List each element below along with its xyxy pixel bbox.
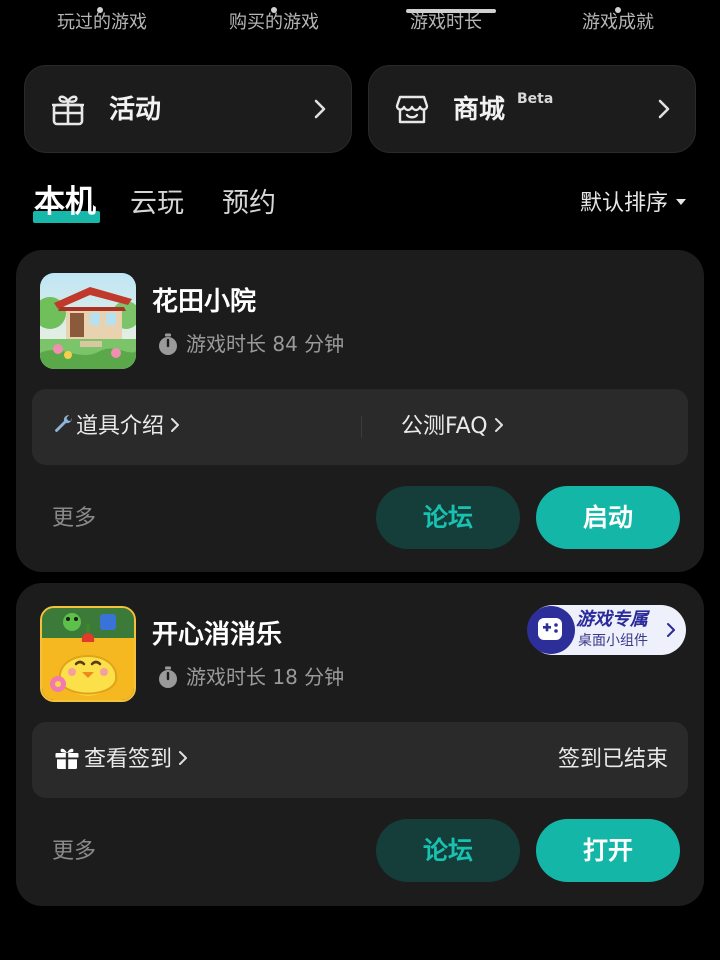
tool-intro-link[interactable]: 道具介绍 [52, 411, 180, 443]
sort-label: 默认排序 [579, 191, 668, 216]
check-in-status: 签到已结束 [557, 747, 668, 772]
stat-value-fragment [97, 7, 103, 13]
stat-label: 玩过的游戏 [57, 12, 147, 33]
faq-label: 公测FAQ [401, 414, 488, 439]
stat-play-duration[interactable]: 游戏时长 [356, 9, 536, 35]
more-link[interactable]: 更多 [52, 837, 96, 867]
forum-button[interactable]: 论坛 [376, 486, 520, 549]
playtime-text: 游戏时长 84 分钟 [186, 332, 345, 356]
game-artwork [42, 608, 134, 700]
info-bar: 查看签到 签到已结束 [32, 722, 688, 798]
stopwatch-icon [159, 666, 177, 688]
stat-label: 购买的游戏 [229, 12, 319, 33]
chevron-right-icon [494, 418, 503, 432]
widget-subtitle: 桌面小组件 [578, 633, 648, 649]
gift-icon [55, 748, 79, 769]
stat-label: 游戏时长 [410, 12, 482, 33]
chevron-right-icon [314, 99, 326, 119]
wrench-icon [54, 414, 73, 433]
stat-achievements[interactable]: 游戏成就 [528, 7, 708, 35]
tab-reserve[interactable]: 预约 [222, 186, 276, 222]
sort-dropdown[interactable]: 默认排序 [580, 189, 686, 219]
game-artwork [40, 273, 136, 369]
stat-value-fragment [615, 7, 621, 13]
playtime-text: 游戏时长 18 分钟 [186, 665, 345, 689]
check-in-label: 查看签到 [84, 747, 173, 772]
check-in-link[interactable]: 查看签到 [54, 744, 188, 776]
chevron-right-icon [179, 751, 188, 765]
tab-local[interactable]: 本机 [34, 184, 96, 220]
store-icon [395, 95, 429, 124]
game-title: 花田小院 [152, 287, 257, 317]
game-card: 开心消消乐 游戏时长 18 分钟 游戏专属 桌面小组件 查看签到 签到已结束 更… [16, 583, 704, 906]
stat-value-fragment [406, 9, 496, 13]
playtime: 游戏时长 18 分钟 [156, 663, 344, 691]
gamepad-icon [527, 606, 575, 654]
caret-down-icon [676, 199, 686, 205]
divider [361, 416, 362, 438]
chevron-right-icon [171, 418, 180, 432]
widget-title: 游戏专属 [576, 609, 648, 630]
launch-button[interactable]: 启动 [536, 486, 680, 549]
game-icon-huatian[interactable] [40, 273, 136, 369]
stat-value-fragment [271, 7, 277, 13]
stat-label: 游戏成就 [582, 12, 654, 33]
game-icon-kaixin[interactable] [40, 606, 136, 702]
activity-card[interactable]: 活动 [24, 65, 352, 153]
tool-intro-label: 道具介绍 [76, 414, 165, 439]
beta-badge: Beta [517, 91, 554, 107]
info-bar: 道具介绍 公测FAQ [32, 389, 688, 465]
stat-played-games[interactable]: 玩过的游戏 [12, 7, 192, 35]
stat-purchased-games[interactable]: 购买的游戏 [184, 7, 364, 35]
playtime: 游戏时长 84 分钟 [156, 330, 344, 358]
game-card: 花田小院 游戏时长 84 分钟 道具介绍 公测FAQ 更多 论坛 启动 [16, 250, 704, 572]
store-card[interactable]: 商城 Beta [368, 65, 696, 153]
stopwatch-icon [159, 333, 177, 355]
chevron-right-icon [667, 623, 675, 637]
chevron-right-icon [658, 99, 670, 119]
gift-icon [52, 95, 84, 126]
forum-button[interactable]: 论坛 [376, 819, 520, 882]
game-title: 开心消消乐 [152, 620, 283, 650]
stats-row: 玩过的游戏 购买的游戏 游戏时长 游戏成就 [0, 0, 720, 44]
store-label: 商城 [453, 95, 506, 125]
desktop-widget-badge[interactable]: 游戏专属 桌面小组件 [527, 605, 686, 655]
tab-cloud[interactable]: 云玩 [130, 186, 184, 222]
more-link[interactable]: 更多 [52, 504, 96, 534]
activity-label: 活动 [109, 95, 162, 125]
faq-link[interactable]: 公测FAQ [401, 411, 504, 443]
open-button[interactable]: 打开 [536, 819, 680, 882]
